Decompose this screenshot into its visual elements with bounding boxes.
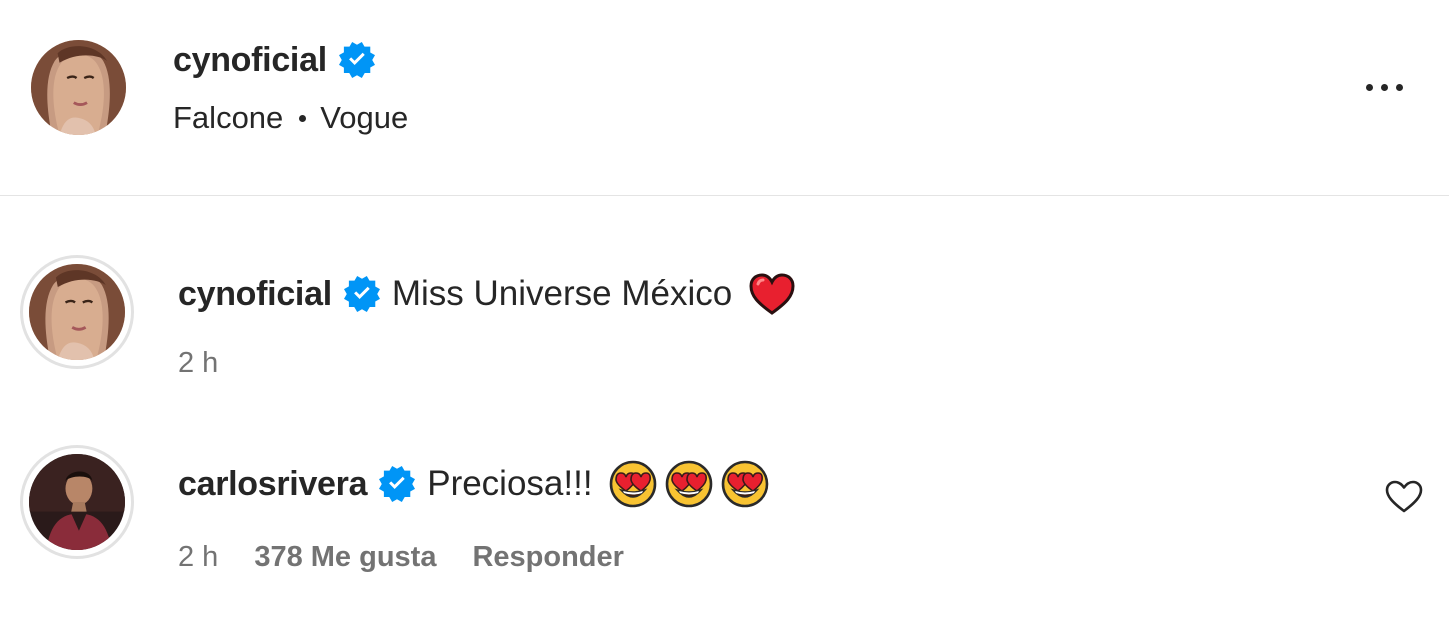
avatar-ring bbox=[23, 258, 131, 366]
subtitle-falcone[interactable]: Falcone bbox=[173, 100, 283, 136]
more-options-button[interactable] bbox=[1354, 72, 1414, 102]
commenter-avatar[interactable] bbox=[20, 445, 134, 559]
heart-eyes-emoji-icon bbox=[665, 460, 713, 508]
red-heart-icon bbox=[748, 272, 796, 316]
comment-meta: 2 h bbox=[178, 347, 254, 380]
comment-item: carlosrivera Preciosa!!! 2 h 378 Me gust… bbox=[0, 445, 1449, 585]
heart-eyes-emoji-icon bbox=[721, 460, 769, 508]
author-name-row: cynoficial bbox=[173, 38, 375, 82]
commenter-username[interactable]: carlosrivera bbox=[178, 465, 368, 504]
commenter-username[interactable]: cynoficial bbox=[178, 275, 332, 314]
comment-text: Miss Universe México bbox=[391, 274, 733, 313]
post-subtitle: Falcone Vogue bbox=[173, 100, 408, 136]
author-avatar[interactable] bbox=[31, 40, 126, 135]
avatar-image bbox=[29, 264, 125, 360]
post-header: cynoficial Falcone Vogue bbox=[0, 0, 1449, 195]
header-divider bbox=[0, 195, 1449, 196]
comment-meta: 2 h 378 Me gusta Responder bbox=[178, 541, 624, 574]
commenter-avatar[interactable] bbox=[20, 255, 134, 369]
bullet-separator-icon bbox=[299, 114, 307, 122]
avatar-image bbox=[29, 454, 125, 550]
avatar-ring bbox=[23, 448, 131, 556]
more-horizontal-icon-dot-3 bbox=[1395, 83, 1403, 91]
verified-badge-icon bbox=[339, 42, 375, 78]
reply-button[interactable]: Responder bbox=[472, 541, 623, 574]
verified-badge-icon bbox=[379, 466, 415, 502]
subtitle-vogue[interactable]: Vogue bbox=[320, 100, 408, 136]
author-username[interactable]: cynoficial bbox=[173, 41, 327, 80]
comment-content: cynoficial Miss Universe México bbox=[178, 271, 796, 317]
comment-likes-count[interactable]: 378 Me gusta bbox=[254, 541, 436, 574]
more-horizontal-icon-dot-2 bbox=[1380, 83, 1388, 91]
verified-badge-icon bbox=[344, 276, 380, 312]
comment-timestamp[interactable]: 2 h bbox=[178, 347, 218, 380]
comment-item: cynoficial Miss Universe México 2 h bbox=[0, 255, 1449, 385]
comment-text: Preciosa!!! bbox=[427, 464, 593, 503]
comment-timestamp[interactable]: 2 h bbox=[178, 541, 218, 574]
like-heart-icon[interactable] bbox=[1385, 480, 1423, 514]
heart-eyes-emoji-icon bbox=[609, 460, 657, 508]
more-horizontal-icon bbox=[1365, 83, 1373, 91]
comment-content: carlosrivera Preciosa!!! bbox=[178, 461, 769, 507]
